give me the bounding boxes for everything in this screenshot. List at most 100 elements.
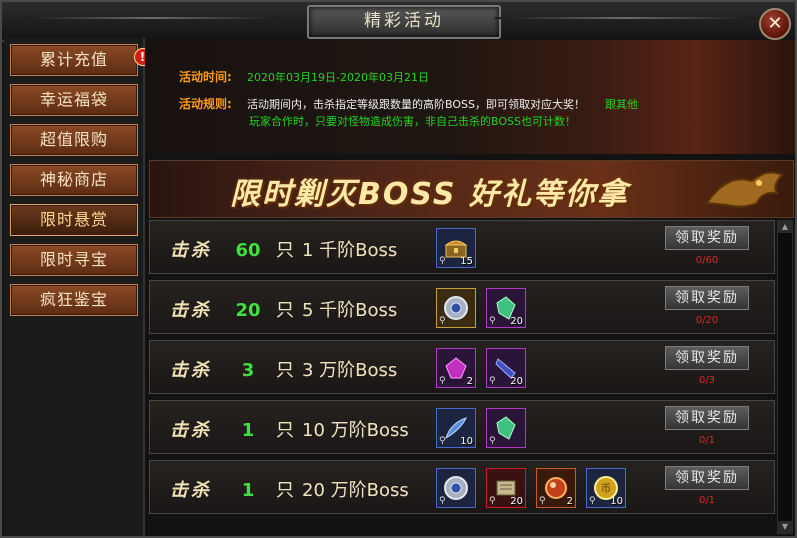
kill-count: 1 — [241, 480, 255, 501]
reward-requirement: 击杀 1 只 20 万阶Boss — [170, 476, 409, 502]
kill-label: 击杀 — [170, 240, 212, 261]
kill-label: 击杀 — [170, 480, 212, 501]
dragon-icon — [705, 171, 784, 208]
reward-row: 击杀 1 只 10 万阶Boss ⚲ 10 ⚲ 领取奖励 0/1 — [149, 400, 775, 454]
unit-label: 只 — [276, 420, 294, 441]
reward-item[interactable]: ⚲ — [436, 288, 476, 328]
reward-item[interactable]: ⚲ 2 — [436, 348, 476, 388]
boss-level: 3 万阶Boss — [302, 360, 398, 381]
scroll-up-arrow[interactable]: ▲ — [778, 221, 792, 233]
activity-window: 精彩活动 ✕ 累计充值! 幸运福袋超值限购神秘商店限时悬赏限时寻宝疯狂鉴宝 活动时… — [0, 0, 797, 538]
reward-item[interactable]: ⚲ — [436, 468, 476, 508]
activity-info: 活动时间: 2020年03月19日-2020年03月21日 活动规则: 活动期间… — [145, 40, 795, 154]
reward-item[interactable]: ⚲ — [486, 408, 526, 448]
bound-lock-icon: ⚲ — [439, 496, 446, 506]
kill-count: 20 — [235, 300, 261, 321]
bound-lock-icon: ⚲ — [539, 496, 546, 506]
window-title: 精彩活动 — [307, 5, 501, 39]
bound-lock-icon: ⚲ — [589, 496, 596, 506]
claim-reward-button[interactable]: 领取奖励 — [665, 466, 749, 490]
reward-item[interactable]: ⚲ 20 — [486, 348, 526, 388]
claim-reward-button[interactable]: 领取奖励 — [665, 346, 749, 370]
scrollbar[interactable]: ▲ ▼ — [777, 220, 793, 534]
claim-reward-button[interactable]: 领取奖励 — [665, 226, 749, 250]
claim-reward-button[interactable]: 领取奖励 — [665, 406, 749, 430]
close-button[interactable]: ✕ — [759, 8, 791, 40]
bound-lock-icon: ⚲ — [489, 316, 496, 326]
purple-gem-icon — [443, 355, 469, 381]
reward-item[interactable]: ⚲ 10 — [436, 408, 476, 448]
banner-text: 限时剿灭BOSS 好礼等你拿 — [230, 177, 629, 212]
sidebar-tab[interactable]: 超值限购 — [10, 124, 138, 156]
reward-item[interactable]: ⚲ 15 — [436, 228, 476, 268]
item-quantity: 10 — [460, 436, 473, 447]
kill-progress: 0/1 — [698, 435, 716, 446]
item-quantity: 2 — [566, 496, 573, 507]
item-quantity: 2 — [466, 376, 473, 387]
reward-row: 击杀 3 只 3 万阶Boss ⚲ 2 ⚲ 20 领取奖励 0/3 — [149, 340, 775, 394]
bound-lock-icon: ⚲ — [489, 436, 496, 446]
item-quantity: 20 — [510, 376, 523, 387]
sidebar-tab[interactable]: 幸运福袋 — [10, 84, 138, 116]
unit-label: 只 — [276, 360, 294, 381]
reward-item[interactable]: ⚲ 2 — [536, 468, 576, 508]
claim-reward-button[interactable]: 领取奖励 — [665, 286, 749, 310]
scroll-down-arrow[interactable]: ▼ — [778, 521, 792, 533]
bound-lock-icon: ⚲ — [439, 376, 446, 386]
silver-disc-icon — [443, 475, 469, 501]
boss-level: 1 千阶Boss — [302, 240, 398, 261]
kill-progress: 0/60 — [695, 255, 719, 266]
reward-requirement: 击杀 3 只 3 万阶Boss — [170, 356, 397, 382]
rule-text-line1-green: 跟其他 — [605, 98, 638, 111]
red-orb-icon — [543, 475, 569, 501]
bound-lock-icon: ⚲ — [439, 316, 446, 326]
unit-label: 只 — [276, 480, 294, 501]
sidebar-tab-label: 限时悬赏 — [39, 210, 108, 229]
boss-level: 5 千阶Boss — [302, 300, 398, 321]
item-quantity: 10 — [610, 496, 623, 507]
time-label: 活动时间: — [179, 70, 232, 84]
sidebar-tab[interactable]: 神秘商店 — [10, 164, 138, 196]
reward-item[interactable]: ⚲ 20 — [486, 468, 526, 508]
reward-item[interactable]: ⚲ 20 — [486, 288, 526, 328]
boss-level: 20 万阶Boss — [302, 480, 409, 501]
unit-label: 只 — [276, 300, 294, 321]
green-crystal-icon — [493, 415, 519, 441]
reward-row: 击杀 1 只 20 万阶Boss ⚲ ⚲ 20 ⚲ 2 币 ⚲ 10 领取奖励 0/1 — [149, 460, 775, 514]
silver-disc-icon — [443, 295, 469, 321]
svg-text:币: 币 — [601, 483, 611, 495]
boss-level: 10 万阶Boss — [302, 420, 409, 441]
sidebar-tab[interactable]: 限时寻宝 — [10, 244, 138, 276]
kill-label: 击杀 — [170, 360, 212, 381]
rule-label: 活动规则: — [179, 97, 232, 111]
reward-requirement: 击杀 1 只 10 万阶Boss — [170, 416, 409, 442]
item-quantity: 20 — [510, 316, 523, 327]
item-quantity: 15 — [460, 256, 473, 267]
time-value: 2020年03月19日-2020年03月21日 — [247, 71, 429, 84]
sidebar: 累计充值! 幸运福袋超值限购神秘商店限时悬赏限时寻宝疯狂鉴宝 — [4, 38, 152, 536]
bound-lock-icon: ⚲ — [439, 256, 446, 266]
event-banner: 限时剿灭BOSS 好礼等你拿 — [149, 160, 794, 218]
bound-lock-icon: ⚲ — [489, 496, 496, 506]
kill-progress: 0/20 — [695, 315, 719, 326]
sidebar-tab[interactable]: 限时悬赏 — [10, 204, 138, 236]
sidebar-tab[interactable]: 疯狂鉴宝 — [10, 284, 138, 316]
sidebar-tab-label: 幸运福袋 — [39, 90, 108, 109]
sidebar-tab-label: 神秘商店 — [39, 170, 108, 189]
sidebar-tab-label: 疯狂鉴宝 — [39, 290, 108, 309]
sidebar-tab-label: 累计充值 — [39, 50, 108, 69]
reward-item[interactable]: 币 ⚲ 10 — [586, 468, 626, 508]
kill-label: 击杀 — [170, 300, 212, 321]
kill-count: 1 — [241, 420, 255, 441]
rule-text-line1: 活动期间内，击杀指定等级跟数量的高阶BOSS，即可领取对应大奖！ — [247, 98, 585, 111]
unit-label: 只 — [276, 240, 294, 261]
sidebar-tab-label: 超值限购 — [39, 130, 108, 149]
item-quantity: 20 — [510, 496, 523, 507]
kill-label: 击杀 — [170, 420, 212, 441]
kill-count: 60 — [235, 240, 261, 261]
kill-count: 3 — [241, 360, 255, 381]
sidebar-tab[interactable]: 累计充值! — [10, 44, 152, 76]
reward-requirement: 击杀 60 只 1 千阶Boss — [170, 236, 397, 262]
reward-row: 击杀 60 只 1 千阶Boss ⚲ 15 领取奖励 0/60 — [149, 220, 775, 274]
bound-lock-icon: ⚲ — [489, 376, 496, 386]
